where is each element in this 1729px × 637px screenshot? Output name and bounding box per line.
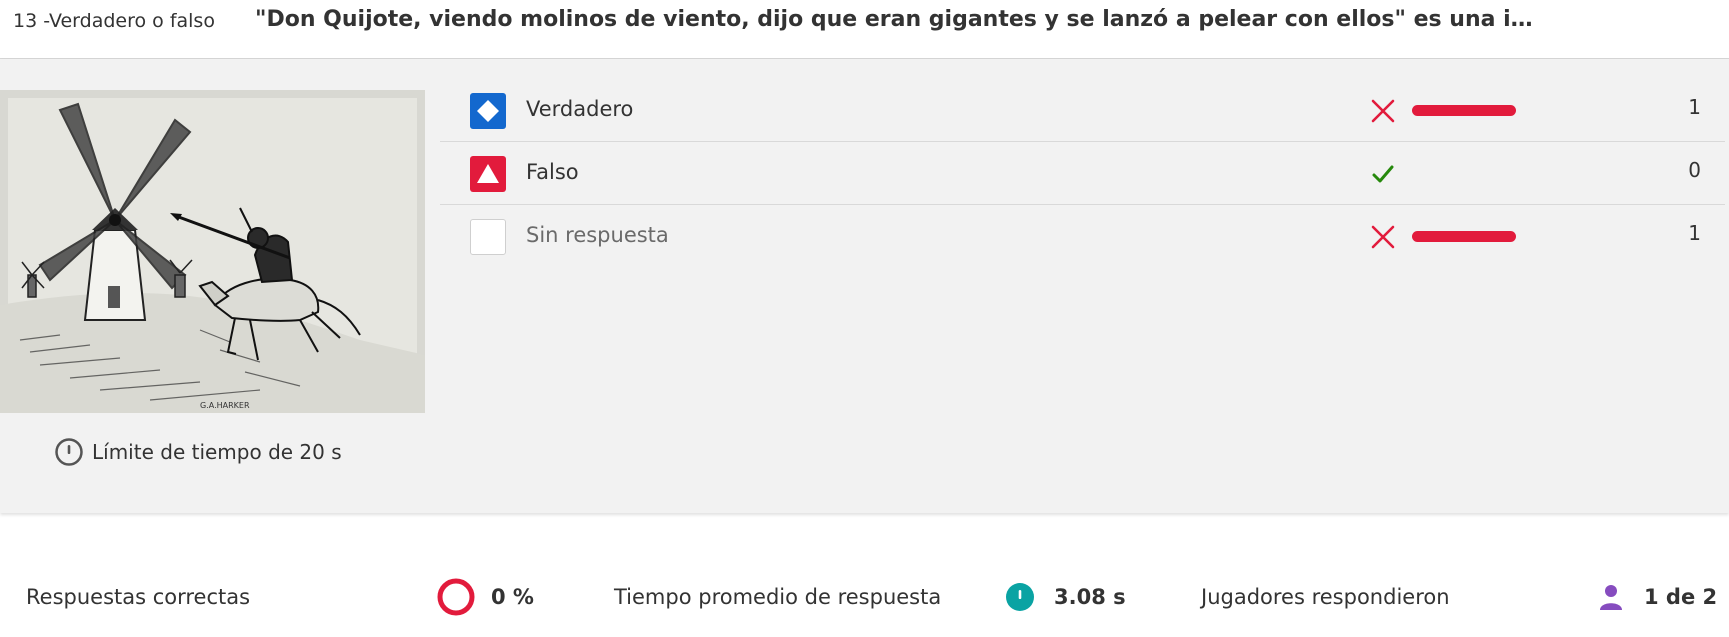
answers-list: Verdadero 1 Falso 0 Sin respuesta 1 — [440, 79, 1725, 267]
question-image: G.A.HARKER — [0, 90, 425, 413]
check-icon — [1368, 159, 1398, 189]
answer-count: 1 — [1688, 221, 1701, 245]
close-icon — [1368, 222, 1398, 252]
answer-row-sin-respuesta: Sin respuesta 1 — [440, 205, 1725, 267]
answer-label: Falso — [526, 160, 579, 184]
diamond-icon — [477, 100, 499, 122]
correct-answers-value: 0 % — [491, 585, 534, 609]
answer-shape-box — [470, 219, 506, 255]
answer-bar — [1412, 231, 1516, 242]
clock-icon — [54, 437, 84, 467]
triangle-icon — [477, 164, 499, 183]
answer-shape-box — [470, 156, 506, 192]
avg-time-value: 3.08 s — [1054, 585, 1126, 609]
answer-shape-box — [470, 93, 506, 129]
timer-icon — [1000, 577, 1040, 617]
players-answered-value: 1 de 2 — [1644, 585, 1718, 609]
question-header: 13 -Verdadero o falso "Don Quijote, vien… — [0, 0, 1729, 59]
question-results-panel: G.A.HARKER Límite de tiempo de 20 s Verd… — [0, 59, 1729, 513]
summary-stats: Respuestas correctas 0 % Tiempo promedio… — [0, 575, 1729, 619]
question-index: 13 -Verdadero o falso — [13, 10, 215, 32]
answer-row-falso: Falso 0 — [440, 142, 1725, 205]
don-quijote-windmill-illustration: G.A.HARKER — [0, 90, 425, 413]
answer-label: Sin respuesta — [526, 223, 669, 247]
question-title[interactable]: "Don Quijote, viendo molinos de viento, … — [255, 7, 1545, 32]
players-answered-label: Jugadores respondieron — [1201, 585, 1450, 609]
ring-icon — [436, 577, 476, 617]
time-limit-label: Límite de tiempo de 20 s — [92, 440, 342, 464]
avg-time-label: Tiempo promedio de respuesta — [614, 585, 942, 609]
answer-bar — [1412, 105, 1516, 116]
answer-row-verdadero: Verdadero 1 — [440, 79, 1725, 142]
answer-count: 1 — [1688, 95, 1701, 119]
close-icon — [1368, 96, 1398, 126]
time-limit: Límite de tiempo de 20 s — [54, 437, 342, 467]
answer-count: 0 — [1688, 158, 1701, 182]
person-icon — [1591, 577, 1631, 617]
correct-answers-label: Respuestas correctas — [26, 585, 251, 609]
svg-text:G.A.HARKER: G.A.HARKER — [200, 401, 250, 410]
answer-label: Verdadero — [526, 97, 634, 121]
